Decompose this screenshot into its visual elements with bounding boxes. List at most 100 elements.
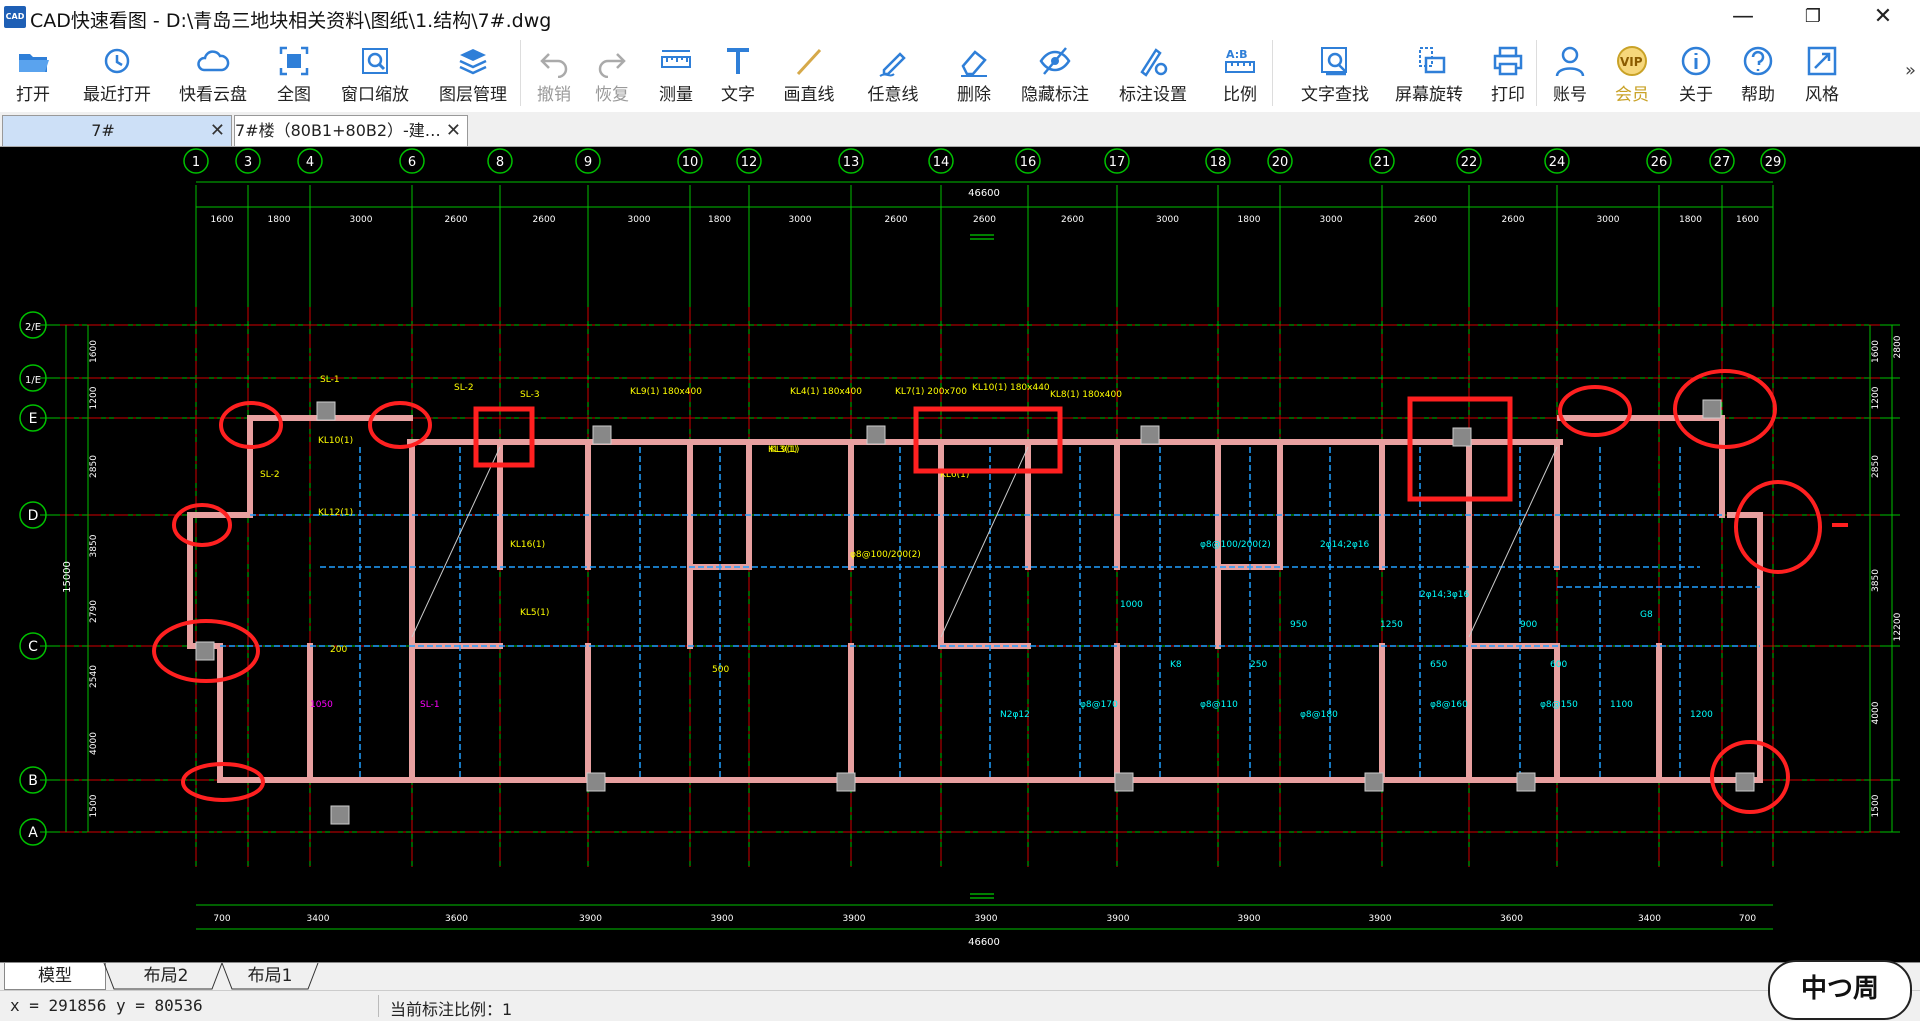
toolbar-button-text-search[interactable]: 文字查找	[1290, 34, 1380, 112]
toolbar-button-label: 文字	[721, 85, 755, 105]
toolbar-button-label: 标注设置	[1119, 85, 1187, 105]
toolbar-button-annotation-settings[interactable]: 标注设置	[1108, 34, 1198, 112]
column	[1516, 772, 1536, 792]
restore-button[interactable]: ❐	[1786, 0, 1840, 34]
toolbar-button-label: 账号	[1553, 85, 1587, 105]
tab-close-icon[interactable]: ✕	[210, 116, 225, 146]
toolbar-button-label: 隐藏标注	[1021, 85, 1089, 105]
layout-tab-model[interactable]: 模型	[4, 963, 106, 990]
drawing-annotation: 650	[1430, 660, 1447, 670]
toolbar-button-zoom-window[interactable]: 窗口缩放	[330, 34, 420, 112]
top-dim-text: 1800	[708, 215, 731, 225]
toolbar-button-user[interactable]: 账号	[1542, 34, 1598, 112]
axis-label: 26	[1651, 155, 1668, 170]
pen-icon	[879, 52, 906, 77]
column	[1364, 772, 1384, 792]
toolbar-button-info[interactable]: 关于	[1668, 34, 1724, 112]
toolbar-button-cloud[interactable]: 快看云盘	[168, 34, 258, 112]
toolbar-button-help[interactable]: 帮助	[1730, 34, 1786, 112]
toolbar-more-icon[interactable]: »	[1905, 60, 1916, 81]
column	[866, 425, 886, 445]
top-dim-text: 2600	[1502, 215, 1525, 225]
left-dim-text: 2540	[89, 665, 99, 688]
toolbar-button-fit-screen[interactable]: 全图	[266, 34, 322, 112]
drawing-annotation: 2φ14;2φ16	[1320, 540, 1370, 550]
bottom-dim-text: 3400	[1638, 914, 1661, 924]
drawing-annotation: KL4(1) 180x400	[790, 387, 862, 397]
bottom-dim-text: 3900	[975, 914, 998, 924]
column	[316, 401, 336, 421]
minimize-button[interactable]: —	[1716, 0, 1770, 34]
toolbar-button-label: 画直线	[783, 85, 835, 105]
toolbar-button-ruler[interactable]: 测量	[648, 34, 704, 112]
undo-icon	[540, 53, 568, 78]
toolbar-button-scale-ratio[interactable]: A:B 比例	[1212, 34, 1268, 112]
layout-tab-2[interactable]: 布局2	[116, 963, 216, 989]
toolbar-button-label: 测量	[659, 85, 693, 105]
toolbar-button-label: 窗口缩放	[341, 85, 409, 105]
axis-label: 16	[1020, 155, 1037, 170]
left-dim-text: 4000	[89, 732, 99, 755]
drawing-annotation: 1250	[1380, 620, 1403, 630]
drawing-annotation: SL-1	[420, 700, 440, 710]
toolbar-button-text[interactable]: 文字	[710, 34, 766, 112]
right-dim-text: 1500	[1871, 794, 1881, 817]
cad-drawing-canvas[interactable]: 1 3 4 6 8 9 10 12 13 14 16 17 18 20 21 22 24 26 27 29 2/E 1/E…	[0, 147, 1920, 962]
top-dim-text: 1600	[211, 215, 234, 225]
top-dim-text: 1800	[268, 215, 291, 225]
column	[1702, 399, 1722, 419]
toolbar-button-folder-open[interactable]: 打开	[4, 34, 62, 112]
stair-diagonal	[1468, 446, 1558, 638]
toolbar-button-clock-history[interactable]: 最近打开	[72, 34, 162, 112]
drawing-annotation: 900	[1520, 620, 1537, 630]
toolbar-button-vip[interactable]: VIP 会员	[1604, 34, 1660, 112]
main-toolbar: » 打开 最近打开 快看云盘 全图 窗口缩放 图层管理 撤销 恢复 测量 文字 画直线 任意线 删除 隐藏…	[0, 34, 1920, 112]
clock-history-icon	[104, 48, 130, 74]
tab-7-building-arch[interactable]: 7#楼（80B1+80B2）-建… ✕	[234, 115, 468, 146]
toolbar-button-pen[interactable]: 任意线	[858, 34, 928, 112]
toolbar-button-style[interactable]: 风格	[1794, 34, 1850, 112]
left-dim-text: 1200	[89, 386, 99, 409]
tab-close-icon[interactable]: ✕	[446, 116, 461, 146]
toolbar-button-undo[interactable]: 撤销	[526, 34, 582, 112]
fit-screen-icon	[279, 46, 309, 76]
toolbar-button-line[interactable]: 画直线	[776, 34, 842, 112]
toolbar-button-label: 恢复	[595, 85, 629, 105]
toolbar-button-label: 文字查找	[1301, 85, 1369, 105]
left-dim-text: 3850	[89, 534, 99, 557]
folder-open-icon	[19, 54, 49, 72]
column	[1140, 425, 1160, 445]
right-total-dim: 12200	[1893, 612, 1903, 641]
toolbar-button-label: 打印	[1491, 85, 1525, 105]
top-dim-text: 3000	[1320, 215, 1343, 225]
axis-label: 17	[1109, 155, 1126, 170]
svg-text:VIP: VIP	[1620, 55, 1643, 69]
toolbar-button-eye-hide[interactable]: 隐藏标注	[1010, 34, 1100, 112]
bottom-dim-text: 3600	[445, 914, 468, 924]
drawing-annotation: KL10(1)	[318, 436, 353, 446]
cloud-icon	[197, 50, 230, 72]
toolbar-button-label: 全图	[277, 85, 311, 105]
toolbar-button-eraser[interactable]: 删除	[944, 34, 1004, 112]
toolbar-button-label: 帮助	[1741, 85, 1775, 105]
tab-7[interactable]: 7# ✕	[2, 115, 232, 146]
axis-label: 13	[843, 155, 860, 170]
axis-label: 4	[306, 155, 314, 170]
bottom-dim-text: 3600	[1500, 914, 1523, 924]
toolbar-button-layers[interactable]: 图层管理	[428, 34, 518, 112]
close-button[interactable]: ✕	[1856, 0, 1910, 34]
row-label: C	[28, 639, 38, 655]
column	[195, 641, 215, 661]
toolbar-button-redo[interactable]: 恢复	[584, 34, 640, 112]
top-dim-text: 3000	[789, 215, 812, 225]
axis-label: 21	[1374, 155, 1391, 170]
top-dim-text: 1600	[1736, 215, 1759, 225]
svg-text:A:B: A:B	[1226, 48, 1248, 61]
toolbar-button-printer[interactable]: 打印	[1480, 34, 1536, 112]
drawing-annotation: KL5(1)	[520, 608, 549, 618]
structural-plan-drawing[interactable]: 1 3 4 6 8 9 10 12 13 14 16 17 18 20 21 22 24 26 27 292/E1/E…	[0, 147, 1920, 962]
bottom-dim-text: 3400	[307, 914, 330, 924]
layout-tab-1[interactable]: 布局1	[220, 963, 320, 989]
axis-label: 18	[1210, 155, 1227, 170]
toolbar-button-rotate-screen[interactable]: 屏幕旋转	[1384, 34, 1474, 112]
